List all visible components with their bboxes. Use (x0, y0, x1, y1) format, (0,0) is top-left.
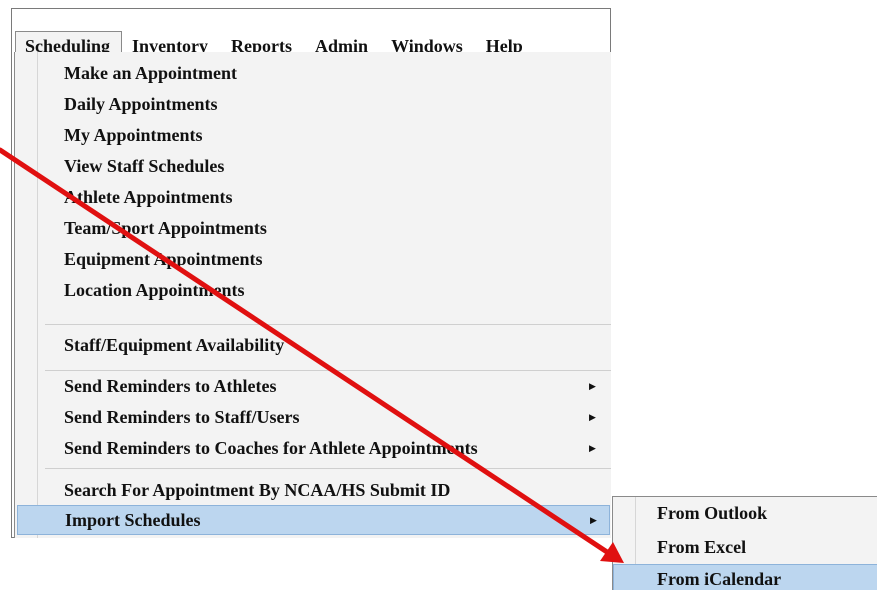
menu-item-label: Daily Appointments (64, 93, 218, 114)
caret-right-icon: ▶ (589, 411, 596, 422)
menu-item-label: Team/Sport Appointments (64, 217, 267, 238)
menu-item-label: Send Reminders to Athletes (64, 375, 277, 396)
menu-item-import-schedules[interactable]: Import Schedules ▶ (17, 505, 610, 535)
menu-item-label: Search For Appointment By NCAA/HS Submit… (64, 479, 451, 500)
caret-right-icon: ▶ (590, 514, 597, 525)
menu-item-send-reminders-coaches[interactable]: Send Reminders to Coaches for Athlete Ap… (15, 433, 605, 463)
menu-item-label: Send Reminders to Staff/Users (64, 406, 300, 427)
menu-item-label: Location Appointments (64, 279, 245, 300)
menu-item-athlete-appointments[interactable]: Athlete Appointments (15, 182, 605, 212)
screenshot-stage: Scheduling Inventory Reports Admin Windo… (0, 0, 877, 590)
menu-item-location-appointments[interactable]: Location Appointments (15, 275, 605, 305)
menu-item-team-sport-appointments[interactable]: Team/Sport Appointments (15, 213, 605, 243)
menu-item-label: Make an Appointment (64, 62, 238, 83)
menu-item-label: View Staff Schedules (64, 155, 225, 176)
menu-item-send-reminders-athletes[interactable]: Send Reminders to Athletes ▶ (15, 371, 605, 401)
submenu-item-from-excel[interactable]: From Excel (613, 532, 877, 562)
menu-item-my-appointments[interactable]: My Appointments (15, 120, 605, 150)
menu-item-equipment-appointments[interactable]: Equipment Appointments (15, 244, 605, 274)
menu-item-label: My Appointments (64, 124, 203, 145)
caret-right-icon: ▶ (589, 442, 596, 453)
menu-item-search-ncaa-hs-submit-id[interactable]: Search For Appointment By NCAA/HS Submit… (15, 475, 605, 505)
menu-separator (45, 468, 611, 469)
import-schedules-submenu: From Outlook From Excel From iCalendar (612, 496, 877, 590)
menu-item-daily-appointments[interactable]: Daily Appointments (15, 89, 605, 119)
menu-item-make-appointment[interactable]: Make an Appointment (15, 58, 605, 88)
caret-right-icon: ▶ (589, 380, 596, 391)
submenu-item-from-icalendar[interactable]: From iCalendar (613, 564, 877, 590)
submenu-item-label: From iCalendar (657, 568, 782, 589)
submenu-item-label: From Excel (657, 536, 747, 557)
menu-item-view-staff-schedules[interactable]: View Staff Schedules (15, 151, 605, 181)
menu-item-staff-equipment-availability[interactable]: Staff/Equipment Availability (15, 330, 605, 360)
menu-item-label: Import Schedules (65, 509, 201, 530)
menu-item-send-reminders-staff[interactable]: Send Reminders to Staff/Users ▶ (15, 402, 605, 432)
menu-item-label: Athlete Appointments (64, 186, 233, 207)
scheduling-dropdown-menu: Make an Appointment Daily Appointments M… (14, 52, 611, 538)
menu-item-label: Send Reminders to Coaches for Athlete Ap… (64, 437, 478, 458)
submenu-item-from-outlook[interactable]: From Outlook (613, 498, 877, 528)
menu-separator (45, 324, 611, 325)
menu-item-label: Equipment Appointments (64, 248, 263, 269)
menu-item-label: Staff/Equipment Availability (64, 334, 285, 355)
submenu-item-label: From Outlook (657, 502, 768, 523)
